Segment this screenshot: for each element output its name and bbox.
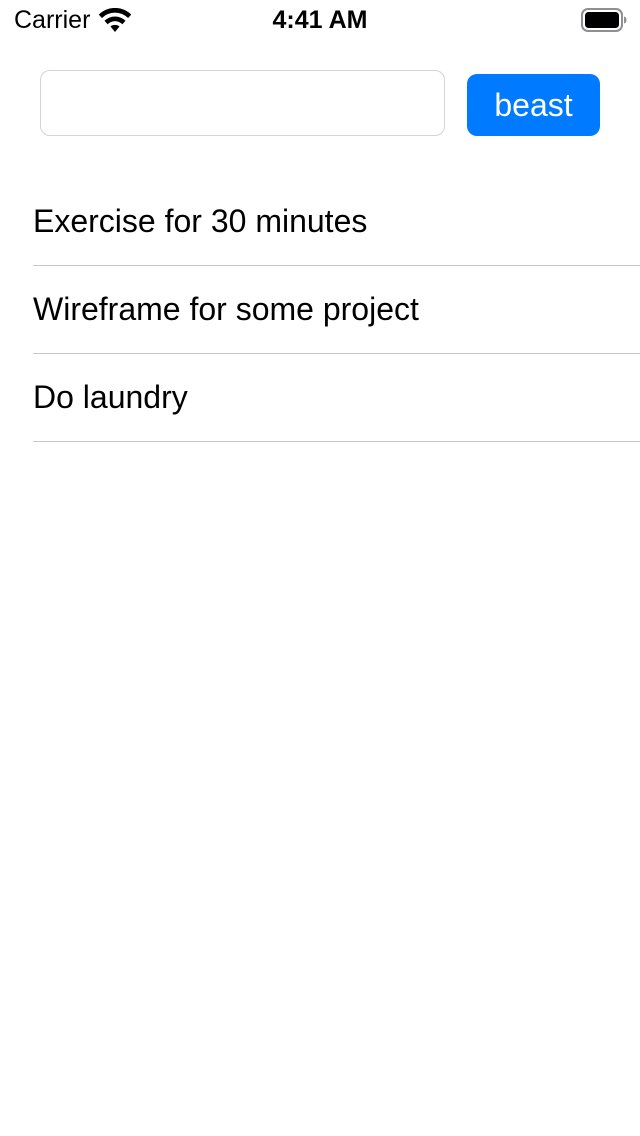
add-task-button[interactable]: beast	[467, 74, 600, 136]
status-bar: Carrier 4:41 AM	[0, 0, 640, 40]
task-label: Wireframe for some project	[33, 291, 419, 327]
status-time: 4:41 AM	[272, 6, 368, 34]
add-task-row: beast	[0, 70, 640, 138]
task-list: Exercise for 30 minutes Wireframe for so…	[0, 178, 640, 442]
battery-icon	[581, 8, 627, 32]
task-row[interactable]: Do laundry	[0, 354, 640, 442]
app-screen: Carrier 4:41 AM beast Exercise for 30 mi…	[0, 0, 640, 1136]
row-divider	[33, 441, 640, 442]
task-row[interactable]: Wireframe for some project	[0, 266, 640, 354]
task-label: Exercise for 30 minutes	[33, 203, 368, 239]
task-input[interactable]	[40, 70, 445, 136]
task-row[interactable]: Exercise for 30 minutes	[0, 178, 640, 266]
task-label: Do laundry	[33, 379, 188, 415]
